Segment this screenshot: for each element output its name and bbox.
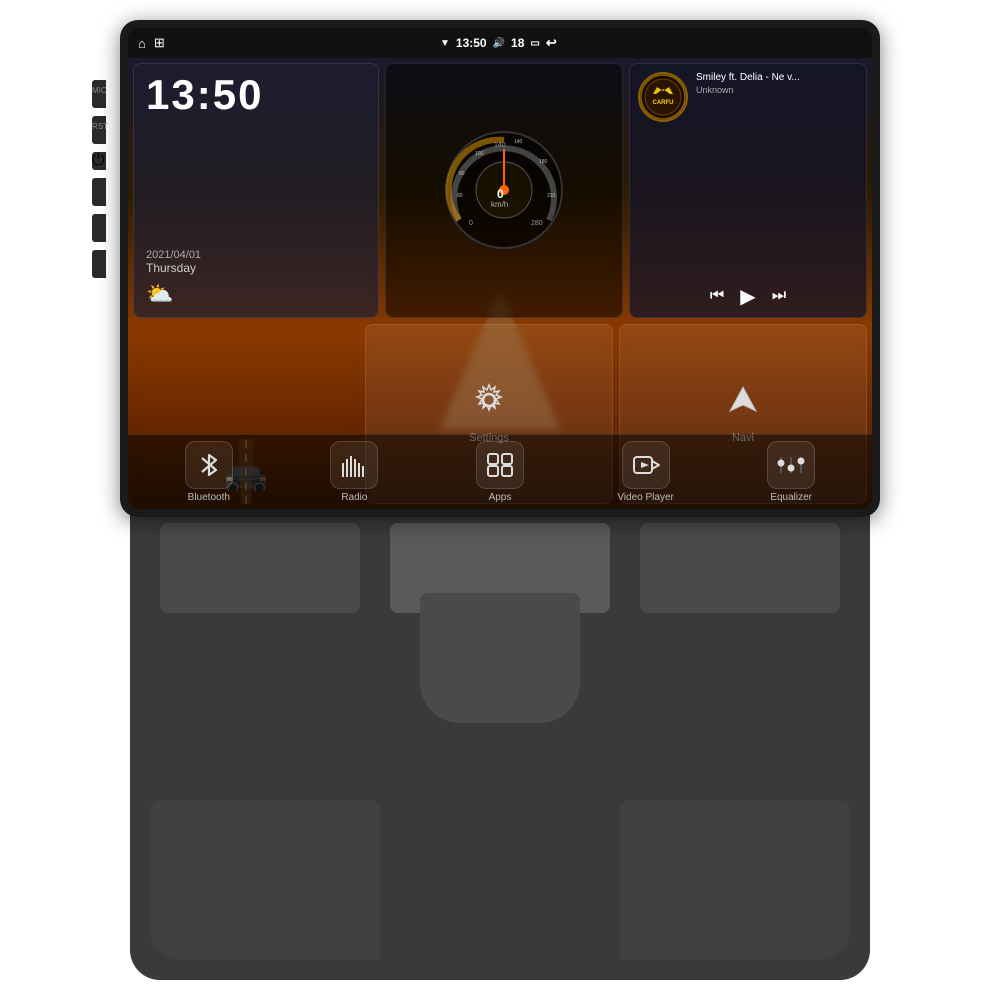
speedometer-svg: 0 140 280 km/h 0 60 100 xyxy=(439,125,569,255)
status-center: ▼ 13:50 🔊 18 ▭ ↩ xyxy=(440,35,557,51)
play-button[interactable]: ▶ xyxy=(740,284,755,309)
equalizer-label: Equalizer xyxy=(770,492,812,503)
navi-icon xyxy=(726,383,760,424)
mount-center-piece xyxy=(420,593,580,723)
rst-button[interactable]: RST xyxy=(92,116,106,144)
video-label: Video Player xyxy=(617,492,674,503)
vol-down-button[interactable] xyxy=(92,214,106,242)
home-icon[interactable]: ⌂ xyxy=(138,36,146,51)
mount-bottom-right xyxy=(620,800,850,960)
wifi-icon: ▼ xyxy=(440,38,450,49)
music-artist: Unknown xyxy=(696,85,858,95)
prev-button[interactable]: ⏮ xyxy=(710,287,724,305)
bluetooth-icon-box xyxy=(185,441,233,489)
equalizer-button[interactable]: Equalizer xyxy=(756,441,826,503)
radio-label: Radio xyxy=(341,492,367,503)
top-row: 13:50 2021/04/01 Thursday ⛅ xyxy=(130,60,870,321)
clock-hours: 13 xyxy=(146,71,197,118)
music-controls: ⏮ ▶ ⏭ xyxy=(638,284,858,309)
power-button[interactable]: ⏻ xyxy=(92,152,106,170)
mic-label: MIC xyxy=(92,80,106,108)
svg-text:km/h: km/h xyxy=(491,200,508,209)
bottom-app-bar: Bluetooth xyxy=(128,434,872,509)
status-bar: ⌂ ⊞ ▼ 13:50 🔊 18 ▭ ↩ xyxy=(128,28,872,58)
side-buttons: MIC RST ⏻ xyxy=(92,80,106,278)
radio-icon-box xyxy=(330,441,378,489)
music-widget[interactable]: CARFU Smiley ft. Delia - Ne v... Unknown… xyxy=(629,63,867,318)
music-info: Smiley ft. Delia - Ne v... Unknown xyxy=(696,72,858,95)
svg-text:140: 140 xyxy=(494,142,506,149)
status-left: ⌂ ⊞ xyxy=(138,35,165,51)
clock-minutes: 50 xyxy=(213,71,264,118)
clock-date: 2021/04/01 xyxy=(146,249,366,261)
volume-icon: 🔊 xyxy=(493,38,505,49)
battery-icon: ▭ xyxy=(530,38,539,49)
apps-button[interactable]: Apps xyxy=(465,441,535,503)
volume-level: 18 xyxy=(511,36,524,50)
next-button[interactable]: ⏭ xyxy=(772,287,786,305)
music-top: CARFU Smiley ft. Delia - Ne v... Unknown xyxy=(638,72,858,122)
clock-widget[interactable]: 13:50 2021/04/01 Thursday ⛅ xyxy=(133,63,379,318)
svg-text:140: 140 xyxy=(514,139,523,145)
screen-bezel: ⌂ ⊞ ▼ 13:50 🔊 18 ▭ ↩ xyxy=(120,20,880,517)
back-icon[interactable]: ↩ xyxy=(546,35,557,51)
clock-day: Thursday xyxy=(146,261,366,275)
mount-left-slot xyxy=(160,523,360,613)
svg-text:100: 100 xyxy=(475,151,484,157)
speedometer-widget: 0 140 280 km/h 0 60 100 xyxy=(385,63,623,318)
weather-icon: ⛅ xyxy=(146,281,173,307)
apps-label: Apps xyxy=(489,492,512,503)
album-art: CARFU xyxy=(638,72,688,122)
music-title: Smiley ft. Delia - Ne v... xyxy=(696,72,858,83)
svg-text:280: 280 xyxy=(531,220,543,227)
vol-up-button[interactable] xyxy=(92,250,106,278)
screen: ⌂ ⊞ ▼ 13:50 🔊 18 ▭ ↩ xyxy=(128,28,872,509)
svg-text:180: 180 xyxy=(539,159,548,165)
clock-time: 13:50 xyxy=(146,74,366,116)
video-button[interactable]: Video Player xyxy=(611,441,681,503)
device-wrapper: MIC RST ⏻ ⌂ ⊞ ▼ 13:50 🔊 18 ▭ ↩ xyxy=(110,20,890,980)
dashboard-mount xyxy=(130,513,870,980)
svg-text:220: 220 xyxy=(547,193,556,199)
mount-right-slot xyxy=(640,523,840,613)
clock-weather: ⛅ xyxy=(146,281,366,307)
radio-button[interactable]: Radio xyxy=(319,441,389,503)
apps-icon-box xyxy=(476,441,524,489)
menu-icon[interactable]: ⊞ xyxy=(154,35,165,51)
svg-text:80: 80 xyxy=(459,171,465,177)
mount-bottom-left xyxy=(150,800,380,960)
main-screen: 13:50 2021/04/01 Thursday ⛅ xyxy=(128,58,872,509)
status-time: 13:50 xyxy=(456,36,487,50)
bluetooth-button[interactable]: Bluetooth xyxy=(174,441,244,503)
svg-text:CARFU: CARFU xyxy=(653,100,674,106)
svg-text:60: 60 xyxy=(457,193,463,199)
speedometer-container: 0 140 280 km/h 0 60 100 xyxy=(439,125,569,255)
back-button[interactable] xyxy=(92,178,106,206)
mount-bottom-center xyxy=(400,880,600,980)
svg-text:0: 0 xyxy=(469,220,473,227)
equalizer-icon-box xyxy=(767,441,815,489)
bluetooth-label: Bluetooth xyxy=(188,492,230,503)
video-icon-box xyxy=(622,441,670,489)
settings-icon xyxy=(472,383,506,424)
clock-colon: : xyxy=(197,71,213,118)
svg-text:0: 0 xyxy=(497,187,504,201)
